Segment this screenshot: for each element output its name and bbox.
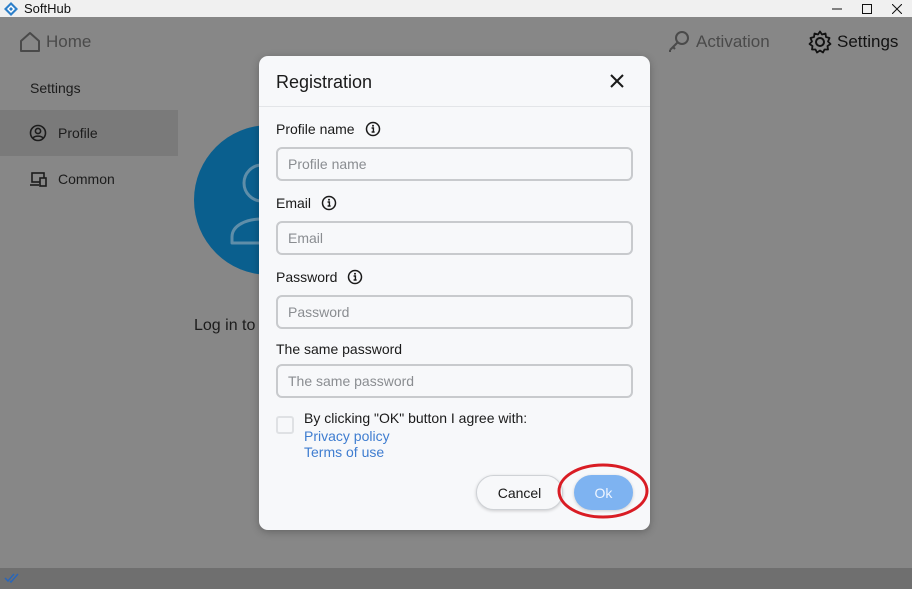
devices-icon bbox=[30, 172, 47, 187]
close-window-button[interactable] bbox=[882, 0, 912, 17]
registration-dialog: Registration Profile name Email Password bbox=[259, 56, 650, 530]
nav-activation-label: Activation bbox=[696, 31, 770, 51]
info-icon[interactable] bbox=[365, 121, 381, 137]
email-label-text: Email bbox=[276, 195, 312, 211]
maximize-icon bbox=[862, 3, 872, 14]
nav-activation[interactable]: Activation bbox=[667, 17, 770, 66]
softhub-logo-icon bbox=[4, 1, 18, 16]
double-check-icon bbox=[4, 573, 19, 584]
window-titlebar: SoftHub bbox=[0, 0, 912, 17]
password-input[interactable] bbox=[276, 295, 633, 329]
consent-checkbox[interactable] bbox=[276, 416, 294, 434]
home-icon bbox=[20, 31, 40, 52]
dialog-title: Registration bbox=[276, 72, 373, 92]
close-icon bbox=[892, 3, 902, 14]
status-bar bbox=[0, 568, 912, 589]
email-input[interactable] bbox=[276, 221, 633, 255]
terms-of-use-link[interactable]: Terms of use bbox=[304, 444, 384, 460]
confirm-password-input[interactable] bbox=[276, 364, 633, 398]
sidebar-item-label: Common bbox=[58, 171, 115, 187]
privacy-policy-link[interactable]: Privacy policy bbox=[304, 428, 390, 444]
nav-home[interactable]: Home bbox=[19, 17, 91, 66]
nav-settings[interactable]: Settings bbox=[808, 17, 898, 66]
password-label-text: Password bbox=[276, 269, 338, 285]
email-label: Email bbox=[276, 195, 337, 211]
minimize-icon bbox=[832, 8, 842, 9]
sidebar-item-profile[interactable]: Profile bbox=[0, 110, 178, 156]
window-controls bbox=[822, 0, 912, 17]
cancel-button[interactable]: Cancel bbox=[476, 475, 563, 510]
password-label: Password bbox=[276, 269, 363, 285]
sidebar-heading: Settings bbox=[30, 80, 81, 96]
key-icon bbox=[669, 30, 689, 52]
profile-name-input[interactable] bbox=[276, 147, 633, 181]
dialog-header: Registration bbox=[259, 56, 650, 107]
confirm-password-label-text: The same password bbox=[276, 341, 403, 357]
sidebar-item-common[interactable]: Common bbox=[0, 156, 178, 202]
info-icon[interactable] bbox=[321, 195, 337, 211]
login-prompt-text: Log in to bbox=[194, 317, 256, 334]
confirm-password-label: The same password bbox=[276, 341, 402, 357]
consent-text: By clicking "OK" button I agree with: bbox=[304, 410, 528, 426]
gear-icon bbox=[808, 30, 832, 53]
sidebar-item-label: Profile bbox=[58, 125, 98, 141]
minimize-button[interactable] bbox=[822, 0, 852, 17]
ok-button[interactable]: Ok bbox=[574, 475, 633, 510]
profile-name-label-text: Profile name bbox=[276, 121, 355, 137]
profile-name-label: Profile name bbox=[276, 121, 381, 137]
info-icon[interactable] bbox=[347, 269, 363, 285]
maximize-button[interactable] bbox=[852, 0, 882, 17]
nav-settings-label: Settings bbox=[837, 31, 899, 51]
close-dialog-icon[interactable] bbox=[608, 72, 626, 90]
nav-home-label: Home bbox=[46, 31, 92, 51]
settings-sidebar: Settings Profile Common bbox=[0, 66, 178, 568]
app-title: SoftHub bbox=[24, 1, 71, 16]
user-circle-icon bbox=[29, 124, 47, 142]
